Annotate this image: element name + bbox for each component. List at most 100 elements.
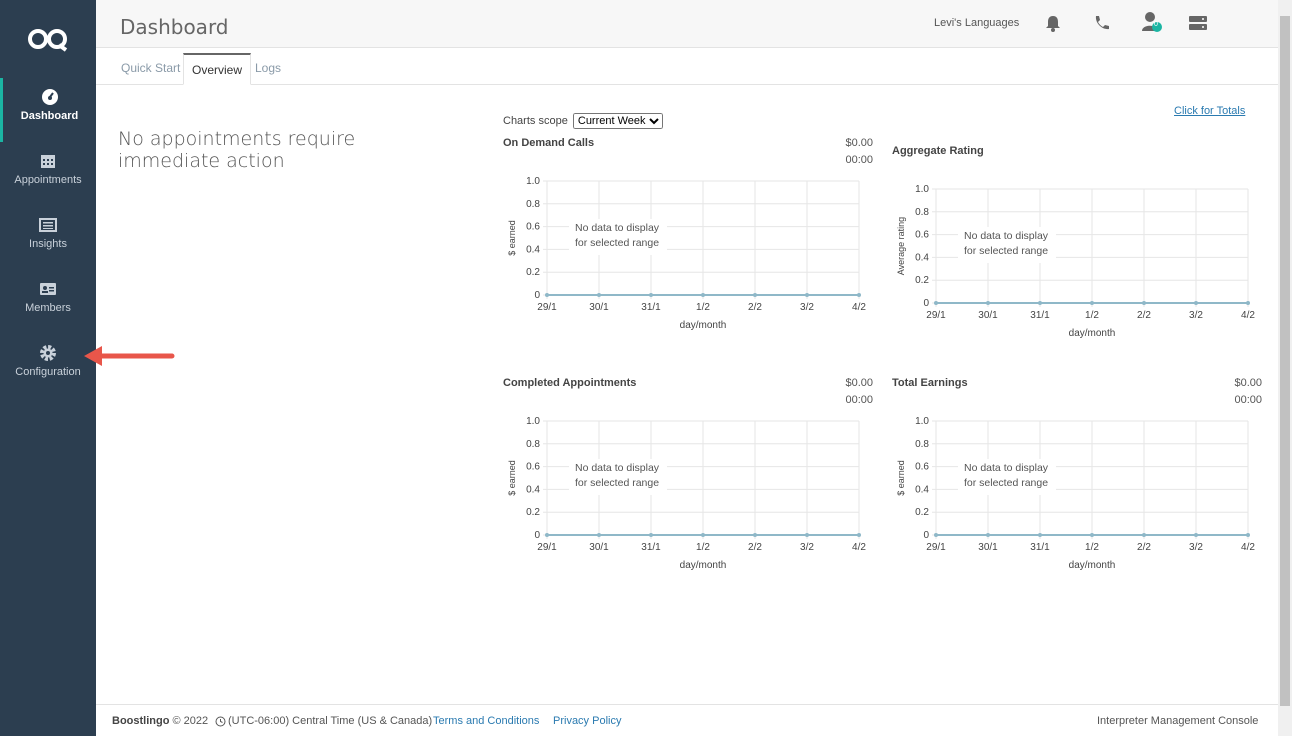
y-tick-label: 0.8 xyxy=(526,439,540,450)
annotation-arrow-icon xyxy=(84,346,175,366)
data-point xyxy=(805,293,809,297)
x-tick-label: 3/2 xyxy=(800,542,814,553)
y-tick-label: 1.0 xyxy=(526,176,540,187)
tab-overview[interactable]: Overview xyxy=(183,53,252,85)
boostlingo-logo[interactable] xyxy=(26,26,70,52)
data-point xyxy=(1090,533,1094,537)
terms-link[interactable]: Terms and Conditions xyxy=(433,715,539,727)
data-point xyxy=(545,533,549,537)
gauge-icon xyxy=(41,89,58,105)
data-point xyxy=(1038,301,1042,305)
charts-scope-select[interactable]: Current Week xyxy=(572,113,663,129)
y-tick-label: 0.4 xyxy=(915,252,929,263)
chart-svg: 1.0 0.8 0.6 0.4 0.2 029/1 30/1 31/1 1/2 2/2 3/2 4/2… xyxy=(507,176,866,331)
id-card-icon xyxy=(40,283,56,295)
sidebar-item-label: Insights xyxy=(29,238,67,250)
x-tick-label: 3/2 xyxy=(1189,542,1203,553)
y-tick-label: 0.6 xyxy=(526,222,540,233)
y-axis-label: $ earned xyxy=(896,460,906,496)
x-axis-label: day/month xyxy=(1069,560,1116,571)
data-point xyxy=(753,293,757,297)
footer: Boostlingo © 2022 (UTC-06:00) Central Ti… xyxy=(96,704,1278,736)
console-name: Interpreter Management Console xyxy=(1097,715,1259,727)
page-title: Dashboard xyxy=(120,15,229,39)
chart-completed-appointments: Completed Appointments $0.00 00:00 1.0 0.8 0.… xyxy=(503,377,873,577)
x-axis-label: day/month xyxy=(1069,328,1116,339)
data-point xyxy=(1142,533,1146,537)
gear-icon xyxy=(40,345,56,361)
user-status-badge: 0 xyxy=(1154,21,1158,28)
immediate-action-notice: No appointments require immediate action xyxy=(118,128,356,172)
chart-svg: 1.0 0.8 0.6 0.4 0.2 029/1 30/1 31/1 1/2 2/2 3/2 4/2… xyxy=(896,184,1255,339)
x-tick-label: 29/1 xyxy=(537,302,557,313)
data-point xyxy=(1194,301,1198,305)
x-tick-label: 29/1 xyxy=(537,542,557,553)
scrollbar-thumb[interactable] xyxy=(1280,16,1290,706)
phone-icon[interactable] xyxy=(1092,13,1112,33)
empty-message-line: for selected range xyxy=(575,237,659,249)
y-tick-label: 0 xyxy=(923,530,929,541)
copyright: © 2022 xyxy=(172,715,209,727)
sidebar-item-label: Dashboard xyxy=(20,110,79,122)
scrollbar[interactable] xyxy=(1278,0,1292,736)
y-tick-label: 0.8 xyxy=(526,199,540,210)
tab-quick-start[interactable]: Quick Start xyxy=(113,53,188,85)
data-point xyxy=(805,533,809,537)
x-tick-label: 1/2 xyxy=(696,302,710,313)
y-tick-label: 0 xyxy=(534,290,540,301)
empty-message-line: No data to display xyxy=(964,462,1049,474)
data-point xyxy=(934,301,938,305)
y-axis-label: $ earned xyxy=(507,220,517,256)
server-menu-icon[interactable] xyxy=(1188,13,1208,33)
privacy-link[interactable]: Privacy Policy xyxy=(553,715,621,727)
tab-logs[interactable]: Logs xyxy=(247,53,289,85)
x-tick-label: 4/2 xyxy=(852,302,866,313)
x-tick-label: 1/2 xyxy=(1085,542,1099,553)
data-point xyxy=(857,533,861,537)
tab-bar: Quick Start Overview Logs xyxy=(96,48,1278,85)
chart-total-earnings: Total Earnings $0.00 00:00 1.0 0.8 0.6 0.4 0.2 0… xyxy=(892,377,1262,577)
empty-message-line: No data to display xyxy=(964,230,1049,242)
click-for-totals-link[interactable]: Click for Totals xyxy=(1174,105,1245,117)
y-axis-label: $ earned xyxy=(507,460,517,496)
data-point xyxy=(857,293,861,297)
sidebar-item-dashboard[interactable]: Dashboard xyxy=(0,78,96,142)
user-status-icon[interactable] xyxy=(1140,10,1164,34)
sidebar-item-insights[interactable]: Insights xyxy=(0,206,96,270)
sidebar-item-label: Members xyxy=(25,302,71,314)
footer-brand: Boostlingo © 2022 xyxy=(112,715,208,727)
data-point xyxy=(701,293,705,297)
x-tick-label: 31/1 xyxy=(1030,310,1050,321)
x-tick-label: 30/1 xyxy=(589,302,609,313)
charts-scope-label: Charts scope xyxy=(503,115,568,127)
sidebar-item-appointments[interactable]: Appointments xyxy=(0,142,96,206)
y-tick-label: 0.6 xyxy=(526,462,540,473)
x-tick-label: 31/1 xyxy=(641,302,661,313)
data-point xyxy=(649,533,653,537)
chart-svg: 1.0 0.8 0.6 0.4 0.2 029/1 30/1 31/1 1/2 2/2 3/2 4/2… xyxy=(507,416,866,571)
data-point xyxy=(1194,533,1198,537)
data-point xyxy=(986,533,990,537)
data-point xyxy=(597,533,601,537)
x-tick-label: 3/2 xyxy=(1189,310,1203,321)
x-tick-label: 3/2 xyxy=(800,302,814,313)
calendar-icon xyxy=(41,155,55,168)
data-point xyxy=(597,293,601,297)
bell-icon[interactable] xyxy=(1043,13,1063,33)
y-tick-label: 0.2 xyxy=(526,267,540,278)
empty-message-line: No data to display xyxy=(575,222,660,234)
sidebar-item-members[interactable]: Members xyxy=(0,270,96,334)
x-tick-label: 2/2 xyxy=(1137,310,1151,321)
y-tick-label: 0.2 xyxy=(915,275,929,286)
x-tick-label: 31/1 xyxy=(641,542,661,553)
y-tick-label: 0 xyxy=(534,530,540,541)
header: Dashboard Levi's Languages 0 xyxy=(96,0,1278,48)
clock-icon xyxy=(215,716,226,727)
chart-aggregate-rating: Aggregate Rating 1.0 0.8 0.6 0.4 0.2 0 29/1 30/1… xyxy=(892,145,1262,345)
empty-message-line: for selected range xyxy=(964,477,1048,489)
x-tick-label: 2/2 xyxy=(1137,542,1151,553)
x-tick-label: 30/1 xyxy=(978,542,998,553)
x-tick-label: 1/2 xyxy=(696,542,710,553)
empty-message-line: for selected range xyxy=(575,477,659,489)
account-name[interactable]: Levi's Languages xyxy=(934,17,1019,29)
